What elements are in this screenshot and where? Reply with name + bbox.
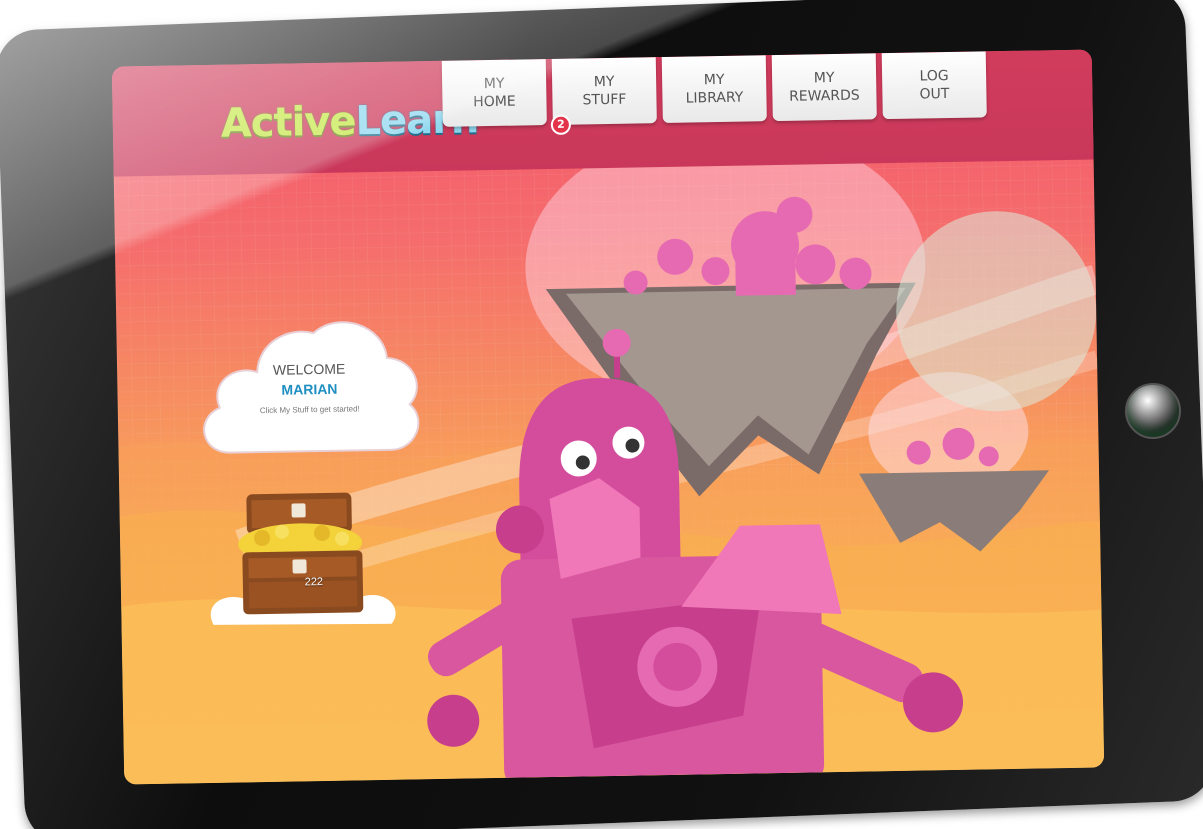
tab-my-library[interactable]: MY LIBRARY xyxy=(661,55,767,123)
tab-label-line1: MY xyxy=(703,71,725,89)
welcome-text-block: WELCOME MARIAN Click My Stuff to get sta… xyxy=(189,359,430,417)
tab-label-line2: STUFF xyxy=(582,91,627,109)
tab-my-rewards[interactable]: MY REWARDS xyxy=(771,53,877,122)
tab-label-line2: LIBRARY xyxy=(685,89,744,107)
activelearn-logo[interactable]: ActiveLearn xyxy=(220,96,478,146)
logo-active: Active xyxy=(220,98,356,147)
tab-label-line1: LOG xyxy=(919,68,949,85)
treasure-chest-graphic xyxy=(210,492,396,625)
main-nav: MY HOME MY STUFF 2 MY LIBRARY MY REWARDS LOG… xyxy=(441,51,987,135)
tablet-home-button[interactable] xyxy=(1125,383,1181,439)
tab-my-home[interactable]: MY HOME xyxy=(441,59,547,127)
top-header: ActiveLearn MY HOME MY STUFF 2 MY LIBRARY M… xyxy=(111,49,1094,177)
tab-label-line2: REWARDS xyxy=(788,87,860,105)
welcome-hint: Click My Stuff to get started! xyxy=(259,404,360,416)
welcome-title: WELCOME xyxy=(272,360,346,378)
coin-count: 222 xyxy=(304,575,324,589)
treasure-chest-icon[interactable]: 222 xyxy=(201,472,404,645)
tab-label-line2: HOME xyxy=(473,93,516,111)
tab-my-stuff[interactable]: MY STUFF 2 xyxy=(550,57,657,135)
tab-label-line1: MY xyxy=(813,69,835,87)
tab-label-line2: OUT xyxy=(919,85,950,103)
tab-label-line1: MY xyxy=(593,73,615,91)
tab-log-out[interactable]: LOG OUT xyxy=(881,51,987,120)
user-name: MARIAN xyxy=(281,380,338,398)
notification-badge: 2 xyxy=(550,114,572,135)
app-screen: ActiveLearn MY HOME MY STUFF 2 MY LIBRARY M… xyxy=(111,49,1105,785)
tab-label-line1: MY xyxy=(483,75,505,93)
stage: ActiveLearn MY HOME MY STUFF 2 MY LIBRARY M… xyxy=(0,0,1203,829)
welcome-cloud: WELCOME MARIAN Click My Stuff to get sta… xyxy=(188,299,431,473)
